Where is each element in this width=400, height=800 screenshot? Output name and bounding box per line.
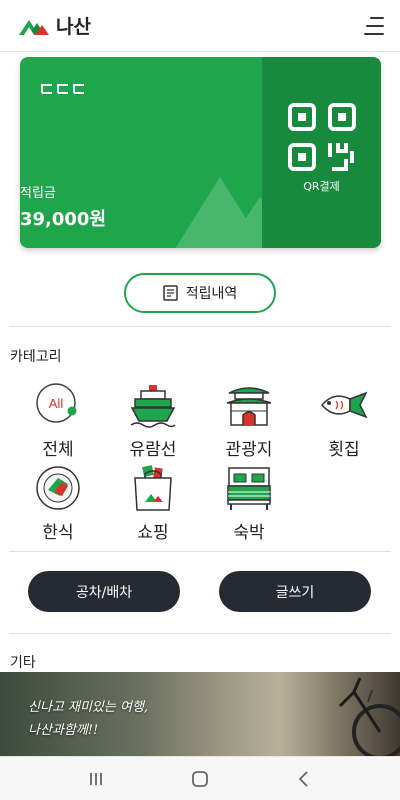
- hamburger-menu-icon[interactable]: [362, 15, 384, 37]
- write-post-button[interactable]: 글쓰기: [219, 571, 371, 612]
- card-brand-mark: [41, 84, 84, 94]
- points-history-button[interactable]: 적립내역: [124, 273, 276, 313]
- qr-code-icon[interactable]: [288, 103, 356, 171]
- mountain-logo-icon: [19, 19, 49, 35]
- points-balance: 39,000원: [20, 209, 107, 230]
- category-all[interactable]: All 전체: [18, 381, 98, 460]
- dispatch-button[interactable]: 공차/배차: [28, 571, 180, 612]
- section-divider: [9, 633, 391, 634]
- cruise-ship-icon: [130, 385, 176, 428]
- bed-icon: [227, 467, 271, 510]
- section-divider: [9, 326, 391, 327]
- palace-gate-icon: [226, 387, 272, 426]
- category-korean-food[interactable]: 한식: [18, 464, 98, 543]
- app-title: 나산: [56, 16, 91, 38]
- other-section-title: 기타: [10, 655, 36, 671]
- category-label: 관광지: [225, 440, 273, 460]
- category-label: 전체: [42, 440, 74, 460]
- app-logo[interactable]: 나산: [18, 12, 91, 39]
- category-label: 숙박: [233, 523, 265, 543]
- korean-food-icon: [36, 466, 80, 510]
- promo-banner[interactable]: 신나고 재미있는 여행, 나산과함께!!: [0, 672, 400, 756]
- home-icon[interactable]: [189, 768, 211, 790]
- category-tourist-spot[interactable]: 관광지: [209, 381, 289, 460]
- system-navigation-bar: [0, 756, 400, 800]
- category-lodging[interactable]: 숙박: [209, 464, 289, 543]
- section-divider: [9, 551, 391, 552]
- category-label: 한식: [42, 523, 74, 543]
- category-label: 쇼핑: [137, 523, 169, 543]
- category-label: 유람선: [129, 440, 177, 460]
- banner-headline: 신나고 재미있는 여행,: [28, 700, 149, 715]
- points-label: 적립금: [20, 186, 56, 201]
- back-icon[interactable]: [293, 768, 315, 790]
- svg-text:All: All: [49, 396, 64, 411]
- shopping-bag-icon: [134, 465, 172, 511]
- document-icon: [162, 285, 178, 301]
- banner-subline: 나산과함께!!: [28, 723, 99, 738]
- fish-icon: [321, 391, 368, 419]
- bicycle-image: [338, 677, 400, 756]
- category-section-title: 카테고리: [10, 349, 62, 365]
- points-history-label: 적립내역: [185, 286, 238, 302]
- category-shopping[interactable]: 쇼핑: [113, 464, 193, 543]
- category-sashimi[interactable]: 횟집: [304, 381, 384, 460]
- app-header: 나산: [0, 0, 400, 52]
- recent-apps-icon[interactable]: [85, 768, 107, 790]
- all-icon: All: [36, 383, 77, 423]
- category-cruise[interactable]: 유람선: [113, 381, 193, 460]
- qr-payment-label: QR결제: [303, 180, 340, 193]
- category-label: 횟집: [328, 440, 360, 460]
